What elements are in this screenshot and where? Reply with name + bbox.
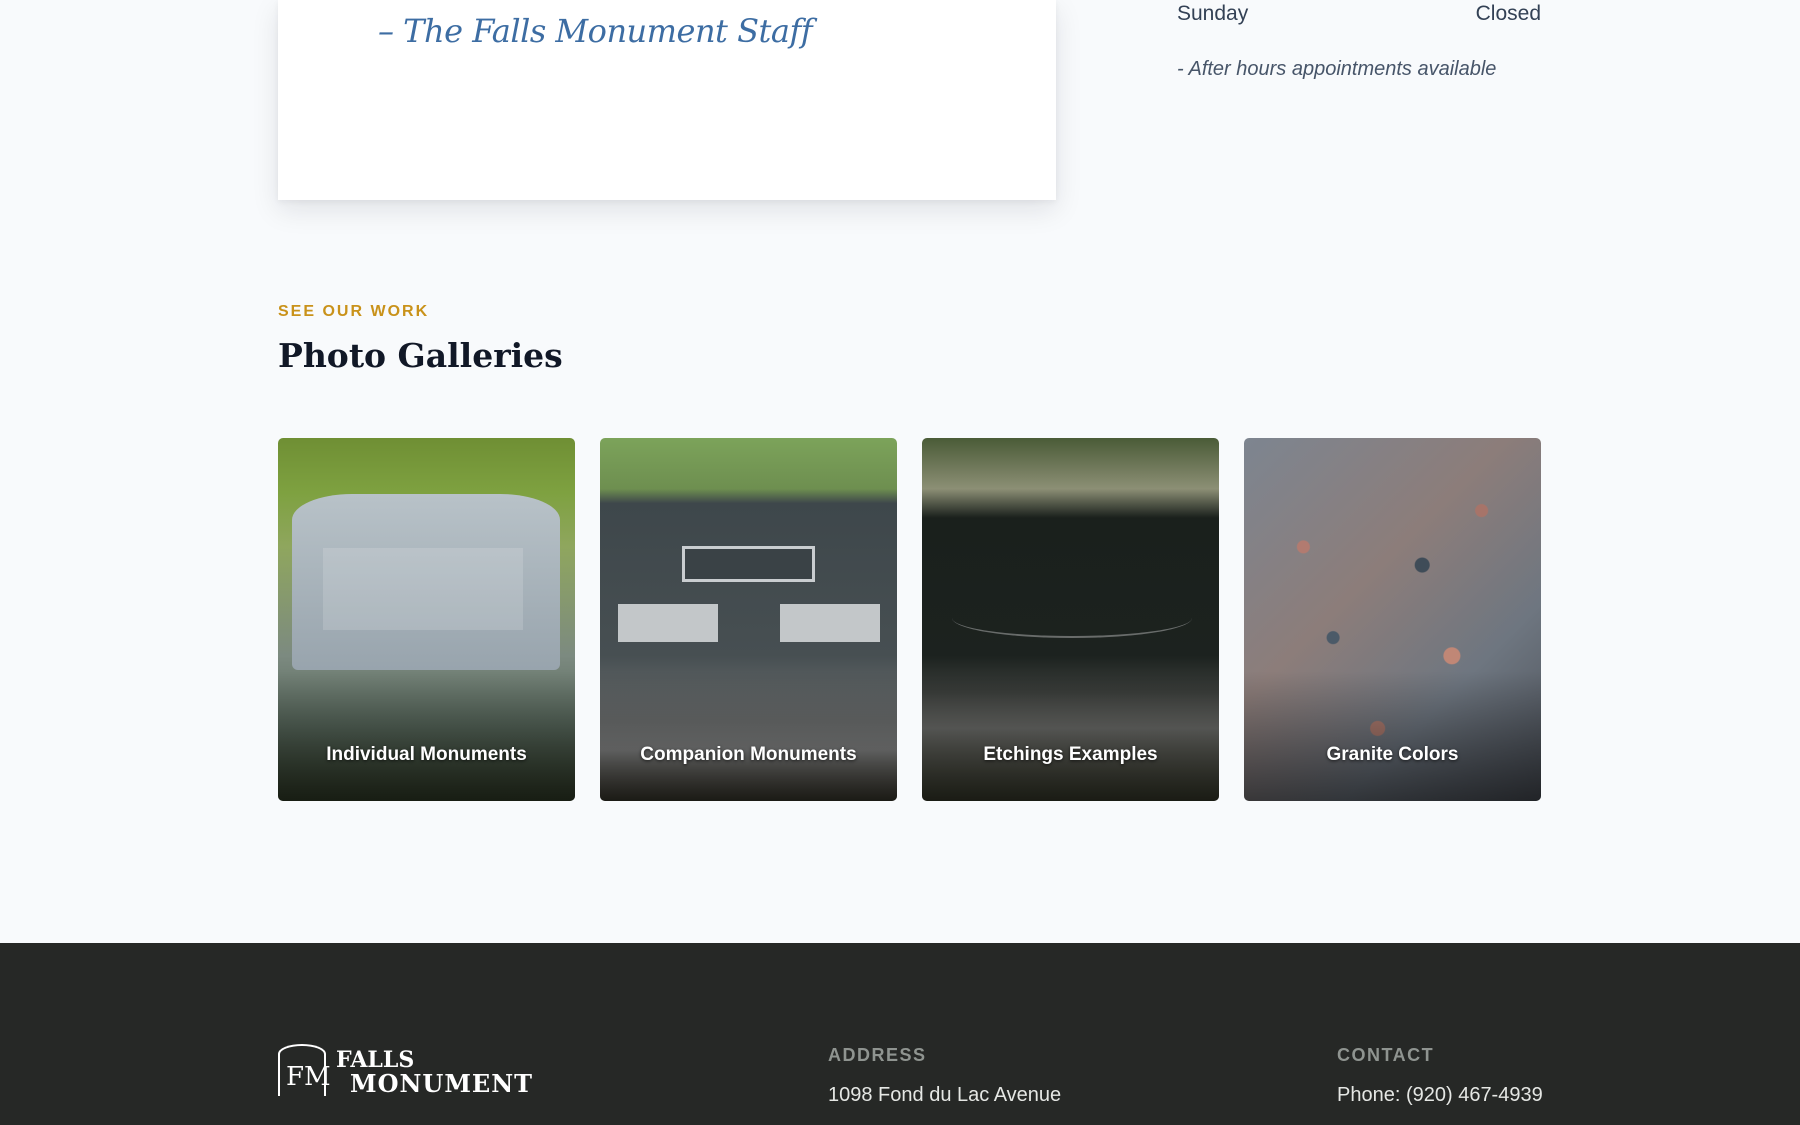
headstone-plaque-right (780, 604, 880, 642)
gallery-tile-granite-colors[interactable]: Granite Colors (1244, 438, 1541, 801)
staff-letter-card: – The Falls Monument Staff (278, 0, 1056, 200)
logo-line-2: MONUMENT (350, 1069, 533, 1098)
gallery-tile-label: Individual Monuments (326, 744, 527, 765)
gallery-eyebrow: SEE OUR WORK (278, 303, 430, 320)
address-heading: ADDRESS (828, 1045, 927, 1065)
footer-logo[interactable]: FM FALLS MONUMENT (278, 1044, 538, 1100)
monogram-icon: FM (278, 1044, 331, 1096)
gallery-tile-etchings-examples[interactable]: Etchings Examples (922, 438, 1219, 801)
tile-shade (922, 671, 1219, 801)
photo-gallery-grid: Individual Monuments Companion Monuments… (278, 438, 1541, 801)
headstone-plaque-left (618, 604, 718, 642)
phone-link[interactable]: Phone: (920) 467-4939 (1337, 1084, 1543, 1107)
tile-shade (600, 671, 897, 801)
gallery-tile-individual-monuments[interactable]: Individual Monuments (278, 438, 575, 801)
gallery-tile-label: Etchings Examples (983, 744, 1158, 765)
address-line: 1098 Fond du Lac Avenue (828, 1084, 1062, 1106)
tile-shade (1244, 671, 1541, 801)
footer-contact: CONTACT Phone: (920) 467-4939 (1337, 1045, 1543, 1107)
staff-signature: – The Falls Monument Staff (378, 12, 813, 50)
hours-row-sunday: Sunday Closed (1177, 0, 1541, 28)
headstone-nameplate (682, 546, 815, 582)
headstone-plaque (323, 548, 523, 630)
footer-address: ADDRESS 1098 Fond du Lac Avenue (828, 1045, 1061, 1107)
contact-heading: CONTACT (1337, 1045, 1435, 1065)
tile-shade (278, 671, 575, 801)
monogram-letters: FM (286, 1062, 331, 1092)
gallery-tile-label: Companion Monuments (640, 744, 857, 765)
gallery-tile-companion-monuments[interactable]: Companion Monuments (600, 438, 897, 801)
gallery-title: Photo Galleries (278, 336, 563, 375)
business-hours: Sunday Closed - After hours appointments… (1177, 0, 1541, 81)
hours-time: Closed (1475, 2, 1541, 25)
logo-wordmark: FALLS MONUMENT (336, 1048, 533, 1096)
etching-line (952, 598, 1192, 638)
hours-note: - After hours appointments available (1177, 58, 1497, 80)
hours-day: Sunday (1177, 2, 1249, 25)
gallery-tile-label: Granite Colors (1326, 744, 1459, 765)
